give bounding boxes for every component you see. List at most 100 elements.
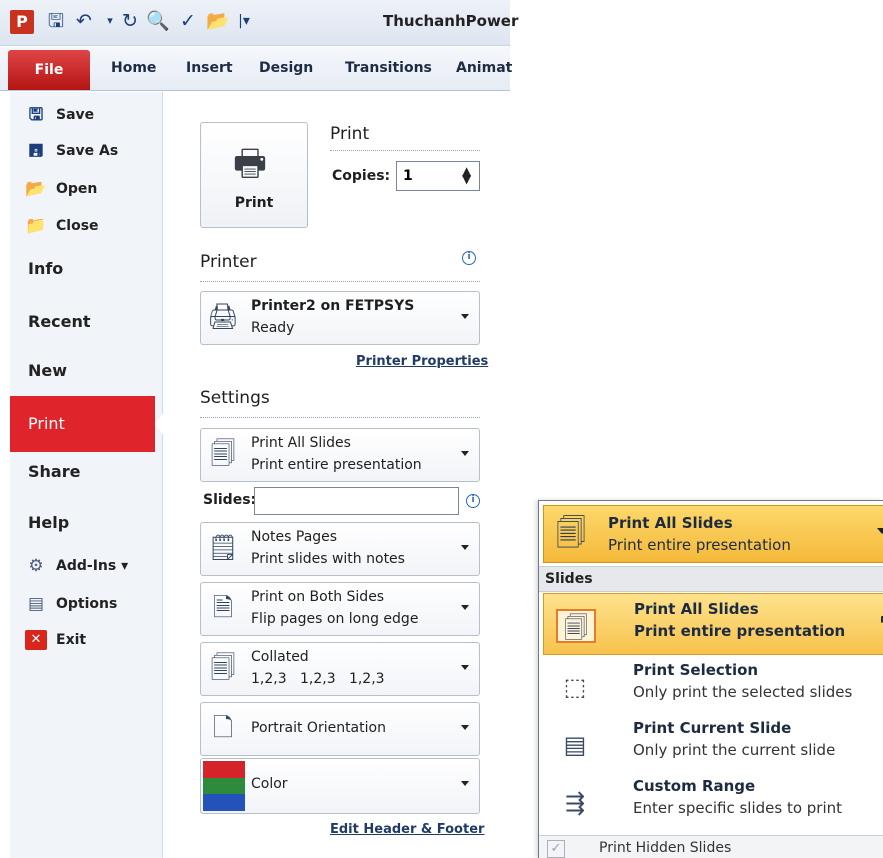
menu-current-selection[interactable]: 🗐 Print All Slides Print entire presenta… bbox=[543, 505, 883, 563]
layout-subtitle: Print slides with notes bbox=[251, 551, 405, 567]
menu-item-subtitle: Print entire presentation bbox=[634, 622, 846, 640]
nav-add-ins[interactable]: ⚙ Add-Ins ▾ bbox=[25, 551, 128, 581]
nav-exit[interactable]: ✕ Exit bbox=[25, 625, 86, 655]
mouse-cursor-icon: ⇖ bbox=[878, 610, 883, 635]
menu-item-title: Custom Range bbox=[633, 777, 756, 795]
notes-pages-icon: 🗒 bbox=[207, 533, 239, 562]
print-hidden-slides-label: Print Hidden Slides bbox=[599, 840, 732, 856]
printer-dropdown[interactable]: 🖨 Printer2 on FETPSYS Ready bbox=[200, 291, 480, 345]
powerpoint-logo-icon[interactable]: P bbox=[10, 10, 34, 34]
info-icon[interactable]: i bbox=[466, 494, 480, 508]
menu-item-print-current-slide[interactable]: ▤ Print Current Slide Only print the cur… bbox=[543, 713, 883, 775]
menu-item-print-selection[interactable]: ⬚ Print Selection Only print the selecte… bbox=[543, 655, 883, 717]
orientation-title: Portrait Orientation bbox=[251, 720, 386, 736]
save-icon[interactable]: 🖫 bbox=[44, 9, 68, 33]
all-slides-icon: 🗐 bbox=[556, 609, 596, 643]
menu-item-subtitle: Only print the current slide bbox=[633, 741, 836, 759]
backstage-nav: 🖫 Save 🖪 Save As 📂 Open 📁 Close Info Rec… bbox=[10, 92, 165, 858]
collated-icon: 🗐 bbox=[210, 653, 236, 682]
customize-qat-icon[interactable]: |▾ bbox=[232, 9, 256, 33]
slides-range-input[interactable] bbox=[254, 487, 459, 515]
custom-range-icon: ⇶ bbox=[564, 789, 586, 817]
copies-label: Copies: bbox=[332, 168, 391, 184]
portrait-page-icon: 🗋 bbox=[212, 713, 234, 742]
menu-item-title: Print Current Slide bbox=[633, 719, 792, 737]
menu-item-custom-range[interactable]: ⇶ Custom Range Enter specific slides to … bbox=[543, 771, 883, 833]
nav-new[interactable]: New bbox=[28, 361, 67, 380]
nav-open-label: Open bbox=[56, 181, 98, 197]
spelling-icon[interactable]: ✓ bbox=[176, 9, 200, 33]
menu-current-title: Print All Slides bbox=[608, 514, 733, 532]
all-slides-icon: 🗐 bbox=[210, 439, 236, 468]
nav-share[interactable]: Share bbox=[28, 462, 80, 481]
slides-scope-subtitle: Print entire presentation bbox=[251, 457, 422, 473]
duplex-icon: 🗎 bbox=[212, 593, 234, 622]
nav-print[interactable]: Print bbox=[10, 396, 155, 452]
nav-exit-label: Exit bbox=[56, 632, 87, 648]
redo-icon[interactable]: ↻ bbox=[118, 9, 142, 33]
tab-home[interactable]: Home bbox=[111, 60, 156, 76]
divider bbox=[200, 281, 480, 282]
printer-properties-link[interactable]: Printer Properties bbox=[356, 354, 488, 369]
printer-status: Ready bbox=[251, 320, 295, 336]
nav-help[interactable]: Help bbox=[28, 513, 69, 532]
dropdown-arrow-icon bbox=[461, 451, 469, 456]
nav-print-label: Print bbox=[28, 414, 65, 433]
printer-ready-icon: 🖨 bbox=[207, 302, 239, 331]
close-folder-icon: 📁 bbox=[25, 216, 47, 236]
tab-file[interactable]: File bbox=[8, 50, 90, 90]
sides-dropdown[interactable]: 🗎 Print on Both Sides Flip pages on long… bbox=[200, 582, 480, 636]
print-button[interactable]: 🖶 Print bbox=[200, 122, 308, 228]
collation-subtitle: 1,2,3 1,2,3 1,2,3 bbox=[251, 671, 385, 687]
spinner-arrows-icon[interactable]: ▲ ▼ bbox=[462, 165, 471, 185]
nav-info[interactable]: Info bbox=[28, 259, 63, 278]
color-dropdown[interactable]: Color bbox=[200, 758, 480, 814]
info-icon[interactable]: i bbox=[462, 251, 476, 265]
nav-options[interactable]: ▤ Options bbox=[25, 589, 117, 619]
printer-icon: 🖶 bbox=[233, 143, 267, 184]
collation-dropdown[interactable]: 🗐 Collated 1,2,3 1,2,3 1,2,3 bbox=[200, 642, 480, 696]
slides-scope-title: Print All Slides bbox=[251, 435, 351, 451]
nav-save-as-label: Save As bbox=[56, 143, 119, 159]
quick-access-toolbar: P 🖫 ↶ ▾ ↻ 🔍 ✓ 📂 |▾ ThuchanhPower bbox=[0, 0, 518, 46]
printer-heading: Printer bbox=[200, 252, 257, 272]
window-title: ThuchanhPower bbox=[383, 12, 519, 30]
dropdown-arrow-icon bbox=[461, 665, 469, 670]
menu-item-print-all-slides[interactable]: 🗐 Print All Slides Print entire presenta… bbox=[543, 593, 883, 655]
exit-icon: ✕ bbox=[25, 630, 47, 650]
dropdown-arrow-icon bbox=[877, 528, 883, 534]
tab-transitions[interactable]: Transitions bbox=[345, 60, 432, 76]
add-ins-icon: ⚙ bbox=[28, 556, 44, 576]
nav-save-label: Save bbox=[56, 107, 95, 123]
menu-item-subtitle: Enter specific slides to print bbox=[633, 799, 843, 817]
tab-insert[interactable]: Insert bbox=[186, 60, 233, 76]
checkbox-check-icon[interactable]: ✓ bbox=[547, 840, 565, 858]
divider bbox=[330, 150, 480, 151]
undo-icon[interactable]: ↶ bbox=[72, 9, 96, 33]
open-icon[interactable]: 📂 bbox=[206, 9, 230, 33]
tab-animations[interactable]: Animat bbox=[456, 60, 512, 76]
nav-save[interactable]: 🖫 Save bbox=[25, 100, 94, 130]
nav-open[interactable]: 📂 Open bbox=[25, 174, 97, 204]
ribbon-tabs: File Home Insert Design Transitions Anim… bbox=[0, 47, 512, 91]
orientation-dropdown[interactable]: 🗋 Portrait Orientation bbox=[200, 702, 480, 756]
nav-save-as[interactable]: 🖪 Save As bbox=[25, 136, 118, 166]
options-icon: ▤ bbox=[27, 594, 45, 614]
sides-title: Print on Both Sides bbox=[251, 589, 385, 605]
color-title: Color bbox=[251, 776, 288, 792]
nav-close[interactable]: 📁 Close bbox=[25, 211, 98, 241]
layout-dropdown[interactable]: 🗒 Notes Pages Print slides with notes bbox=[200, 522, 480, 576]
color-swatch-icon bbox=[203, 761, 245, 811]
dropdown-arrow-icon bbox=[461, 725, 469, 730]
dropdown-arrow-icon bbox=[461, 545, 469, 550]
menu-item-subtitle: Only print the selected slides bbox=[633, 683, 853, 701]
nav-recent[interactable]: Recent bbox=[28, 312, 91, 331]
selection-icon: ⬚ bbox=[563, 673, 587, 701]
tab-design[interactable]: Design bbox=[259, 60, 313, 76]
edit-header-footer-link[interactable]: Edit Header & Footer bbox=[330, 822, 484, 837]
slides-scope-dropdown[interactable]: 🗐 Print All Slides Print entire presenta… bbox=[200, 428, 480, 482]
print-hidden-slides-option[interactable]: ✓ Print Hidden Slides bbox=[539, 835, 883, 858]
menu-section-header: Slides bbox=[539, 566, 883, 592]
all-slides-icon: 🗐 bbox=[556, 516, 586, 551]
print-preview-icon[interactable]: 🔍 bbox=[146, 9, 170, 33]
